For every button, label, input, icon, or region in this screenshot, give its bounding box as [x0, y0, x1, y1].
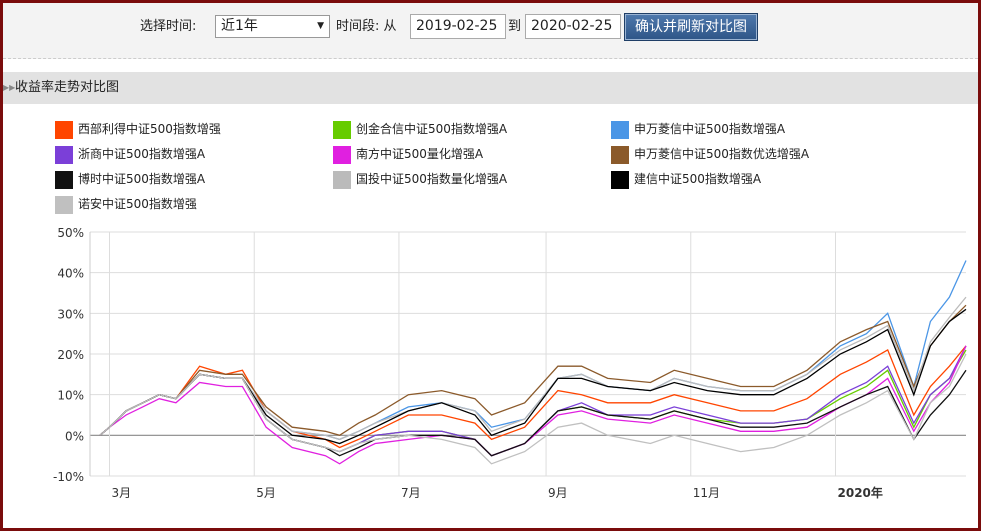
series-line-5 — [99, 304, 967, 437]
series-line-8 — [99, 308, 967, 445]
series-line-1 — [99, 349, 967, 457]
y-tick-label: 30% — [57, 307, 84, 321]
y-tick-label: 10% — [57, 389, 84, 403]
x-tick-label: 9月 — [548, 486, 568, 500]
y-tick-label: 20% — [57, 348, 84, 362]
y-tick-label: 40% — [57, 267, 84, 281]
x-tick-label: 11月 — [693, 486, 720, 500]
x-tick-label: 2020年 — [838, 485, 883, 500]
series-line-0 — [99, 345, 967, 449]
y-tick-label: 0% — [65, 429, 84, 443]
return-trend-chart: 50% 40% 30% 20% 10% 0% -10% 3月 5月 7月 9月 11月 2020年 — [53, 226, 967, 500]
x-tick-label: 7月 — [401, 486, 421, 500]
x-tick-label: 3月 — [111, 486, 131, 500]
x-tick-label: 5月 — [256, 486, 276, 500]
y-tick-label: 50% — [57, 226, 84, 240]
y-tick-label: -10% — [53, 470, 84, 484]
